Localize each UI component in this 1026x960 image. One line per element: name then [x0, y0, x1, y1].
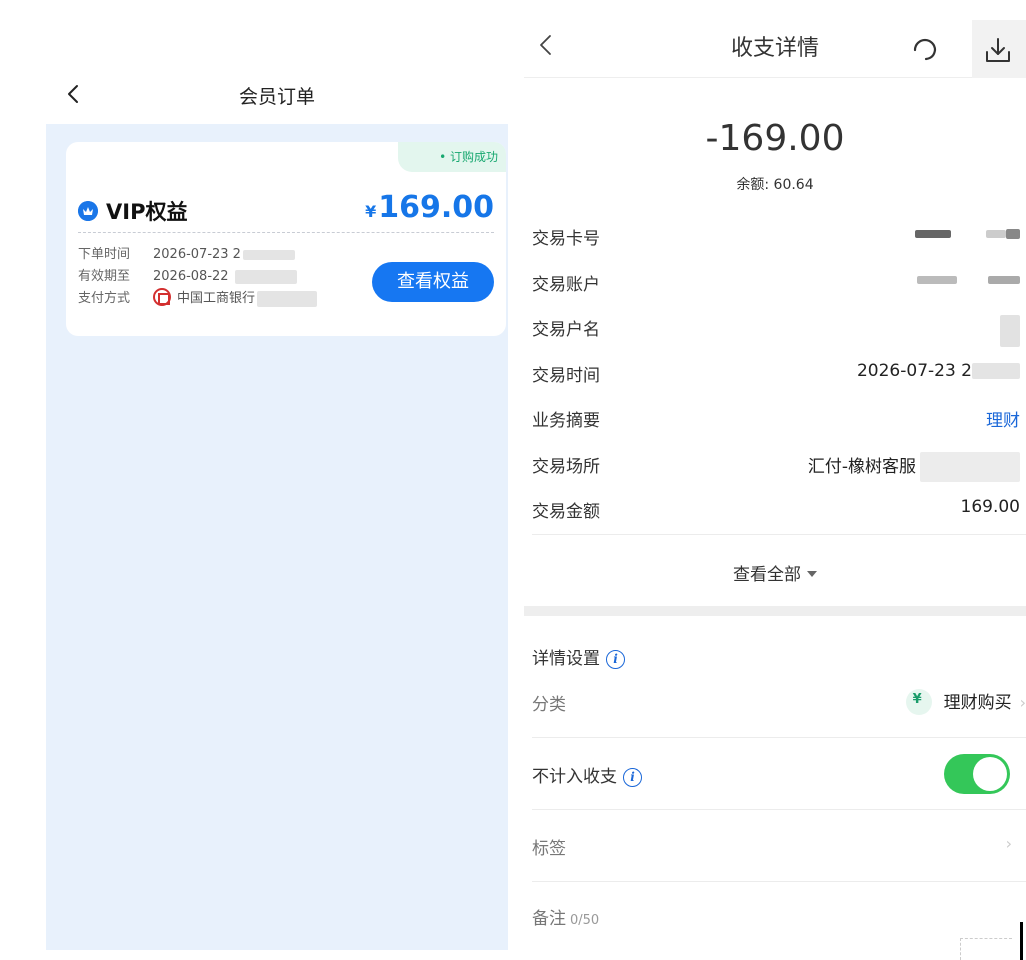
detail-value: 2026-07-23 2 [857, 361, 1020, 381]
exclude-row: 不计入收支 i [532, 754, 1026, 794]
view-all-button[interactable]: 查看全部 [524, 560, 1026, 585]
screenshot-stage: 会员订单 • 订购成功 VIP权益 ¥169.00 下单时间 2026-07-23… [0, 0, 1026, 960]
detail-row-card-number: 交易卡号 [532, 212, 1026, 258]
detail-label: 业务摘要 [532, 411, 600, 431]
category-value: 理财购买 › [905, 688, 1026, 715]
edge-mark [1020, 922, 1023, 960]
crown-icon [78, 201, 98, 221]
category-value-text: 理财购买 [943, 693, 1012, 713]
order-time-row: 下单时间 2026-07-23 2 [78, 244, 317, 266]
detail-label: 交易场所 [532, 456, 600, 477]
member-order-screen: 会员订单 • 订购成功 VIP权益 ¥169.00 下单时间 2026-07-23… [46, 62, 508, 950]
detail-row-summary: 业务摘要 理财 [532, 394, 1026, 440]
section-divider [524, 606, 1026, 616]
detail-list: 交易卡号 交易账户 交易户名 交易时间 2026-07-23 2 业务摘要 理财… [532, 212, 1026, 531]
detail-label: 交易金额 [532, 502, 600, 522]
settings-title-label: 详情设置 [532, 649, 600, 669]
caret-down-icon [807, 571, 817, 577]
detail-value: 汇付-橡树客服 [807, 451, 1020, 482]
transaction-amount: -169.00 [705, 118, 845, 159]
info-icon[interactable]: i [606, 650, 625, 669]
summary-link[interactable]: 理财 [986, 406, 1020, 431]
customer-service-icon[interactable] [910, 32, 940, 62]
detail-label: 交易卡号 [532, 229, 600, 249]
page-title: 会员订单 [238, 86, 315, 108]
chevron-right-icon: › [1019, 693, 1026, 712]
detail-row-time: 交易时间 2026-07-23 2 [532, 349, 1026, 395]
download-icon [986, 38, 1010, 62]
redacted-block [242, 249, 295, 260]
valid-until-row: 有效期至 2026-08-22 [78, 266, 317, 288]
detail-label: 交易账户 [532, 274, 600, 295]
view-benefits-button[interactable]: 查看权益 [372, 262, 494, 302]
view-all-label: 查看全部 [733, 565, 801, 585]
toggle-knob [973, 757, 1007, 791]
chevron-right-icon: › [1005, 834, 1012, 853]
balance-text: 余额: 60.64 [736, 177, 814, 193]
currency-symbol: ¥ [365, 202, 377, 221]
divider [532, 881, 1026, 882]
detail-value [1000, 315, 1020, 347]
detail-row-merchant: 交易场所 汇付-橡树客服 [532, 440, 1026, 486]
settings-title: 详情设置 i [532, 644, 625, 669]
divider [532, 534, 1026, 535]
valid-until-label: 有效期至 [78, 269, 131, 284]
note-input-corner[interactable] [960, 938, 1012, 960]
detail-label: 交易时间 [532, 365, 600, 386]
redacted-block [257, 290, 318, 307]
detail-row-amount: 交易金额 169.00 [532, 485, 1026, 531]
vip-row: VIP权益 ¥169.00 [78, 190, 494, 228]
download-button[interactable] [972, 20, 1026, 78]
right-nav-bar: 收支详情 [524, 0, 1026, 78]
exclude-toggle[interactable] [944, 754, 1010, 794]
order-info: 下单时间 2026-07-23 2 有效期至 2026-08-22 支付方式 中国工商… [78, 244, 318, 310]
wealth-icon [905, 689, 932, 715]
detail-value-text: 2026-07-23 2 [856, 360, 972, 381]
payment-label: 支付方式 [78, 291, 131, 306]
left-nav-bar: 会员订单 [46, 62, 508, 124]
product-name: VIP权益 [106, 200, 188, 224]
detail-row-account: 交易账户 [532, 258, 1026, 304]
divider [532, 809, 1026, 810]
price-value: 169.00 [378, 190, 494, 225]
order-time-label: 下单时间 [78, 247, 131, 262]
note-count: 0/50 [570, 913, 600, 928]
tag-row[interactable]: 标签 › [532, 832, 1026, 862]
category-label: 分类 [532, 695, 566, 715]
page-title: 收支详情 [730, 36, 819, 61]
redacted-block [234, 269, 297, 284]
detail-label: 交易户名 [532, 320, 600, 340]
order-card[interactable]: • 订购成功 VIP权益 ¥169.00 下单时间 2026-07-23 2 有效… [66, 142, 506, 336]
order-time-value: 2026-07-23 2 [153, 247, 241, 262]
valid-until-value: 2026-08-22 [153, 269, 229, 284]
exclude-label-text: 不计入收支 [532, 767, 617, 787]
info-icon[interactable]: i [623, 768, 642, 787]
note-label: 备注 [532, 909, 566, 929]
tag-label: 标签 [532, 839, 566, 859]
exclude-label: 不计入收支 i [532, 762, 642, 787]
icbc-logo-icon [153, 288, 171, 306]
dashed-divider [78, 232, 494, 233]
note-row[interactable]: 备注 0/50 [532, 904, 1026, 929]
category-row[interactable]: 分类 理财购买 › [532, 686, 1026, 720]
order-price: ¥169.00 [365, 190, 494, 225]
detail-row-account-name: 交易户名 [532, 303, 1026, 349]
payment-row: 支付方式 中国工商银行 [78, 288, 318, 310]
detail-value-text: 汇付-橡树客服 [807, 456, 916, 477]
status-badge: • 订购成功 [398, 142, 506, 172]
detail-value [914, 224, 1020, 244]
transaction-detail-screen: 收支详情 -169.00 余额: 60.64 交易卡号 交易账户 交易户名 交易… [524, 0, 1026, 960]
divider [532, 737, 1026, 738]
detail-value: 169.00 [960, 497, 1020, 517]
payment-value: 中国工商银行 [177, 291, 256, 306]
detail-value [916, 270, 1020, 290]
